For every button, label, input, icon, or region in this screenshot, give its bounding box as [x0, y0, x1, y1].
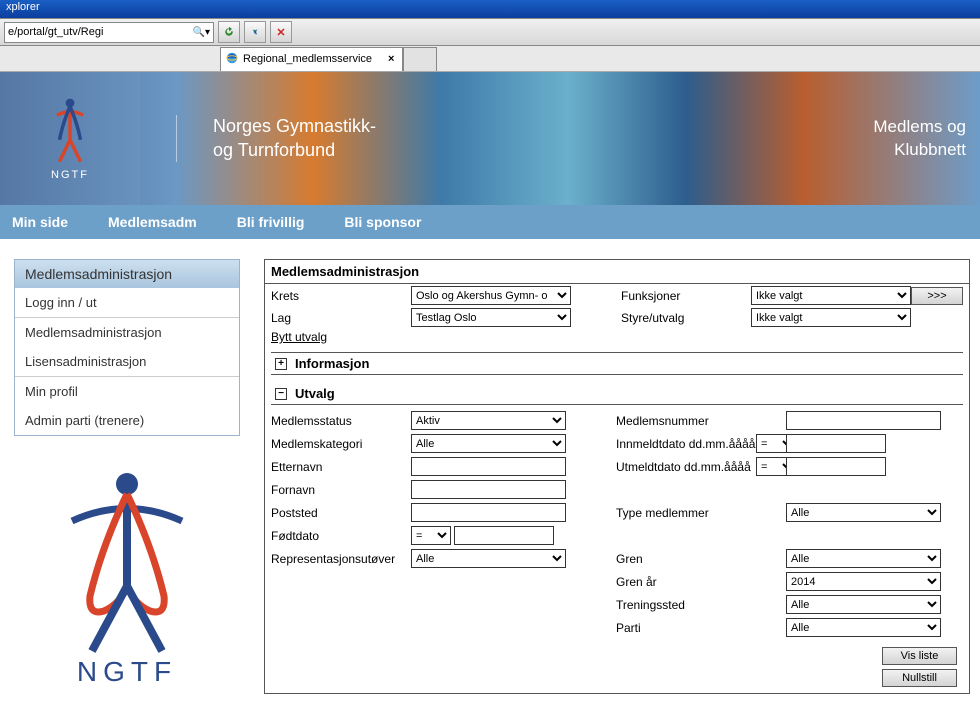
utvalg-header: − Utvalg [271, 383, 963, 405]
sidebar: Medlemsadministrasjon Logg inn / ut Medl… [14, 259, 240, 686]
banner-subtitle: Medlems og Klubbnett [873, 116, 966, 160]
stop-button[interactable] [270, 21, 292, 43]
nav-medlemsadm[interactable]: Medlemsadm [108, 214, 197, 230]
etternavn-input[interactable] [411, 457, 566, 476]
address-text: e/portal/gt_utv/Regi [8, 26, 103, 38]
panel-title: Medlemsadministrasjon [265, 260, 969, 284]
banner-right-line2: Klubbnett [873, 139, 966, 161]
funksjoner-label: Funksjoner [621, 289, 751, 303]
nullstill-button[interactable]: Nullstill [882, 669, 957, 687]
ie-icon [225, 51, 239, 68]
content: Medlemsadministrasjon Logg inn / ut Medl… [0, 239, 980, 704]
sidebar-item-admin-parti[interactable]: Admin parti (trenere) [15, 406, 239, 435]
gren-label: Gren [616, 552, 756, 566]
close-icon[interactable]: × [388, 53, 394, 65]
sidebar-item-login[interactable]: Logg inn / ut [15, 288, 239, 317]
org-line2: og Turnforbund [213, 139, 376, 162]
lag-select[interactable]: Testlag Oslo [411, 308, 571, 327]
nav-bli-sponsor[interactable]: Bli sponsor [344, 214, 421, 230]
browser-titlebar: xplorer [0, 0, 980, 18]
gren-select[interactable]: Alle [786, 549, 941, 568]
compat-button[interactable] [244, 21, 266, 43]
innmeldt-input[interactable] [786, 434, 886, 453]
browser-toolbar: e/portal/gt_utv/Regi 🔍▾ [0, 18, 980, 46]
utvalg-title: Utvalg [295, 386, 335, 401]
panel-actions: Vis liste Nullstill [271, 643, 963, 691]
fornavn-label: Fornavn [271, 483, 411, 497]
utvalg-grid: Medlemsstatus Aktiv Medlemsnummer Medlem… [271, 405, 963, 643]
grenar-select[interactable]: 2014 [786, 572, 941, 591]
admin-panel: Medlemsadministrasjon Krets Oslo og Aker… [264, 259, 970, 694]
styre-select[interactable]: Ikke valgt [751, 308, 911, 327]
main-nav: Min side Medlemsadm Bli frivillig Bli sp… [0, 205, 980, 239]
funksjoner-select[interactable]: Ikke valgt [751, 286, 911, 305]
type-medlemmer-label: Type medlemmer [616, 506, 756, 520]
fodtdato-label: Fødtdato [271, 529, 411, 543]
banner-logo: NGTF [0, 72, 140, 205]
sidebar-item-medlemsadm[interactable]: Medlemsadministrasjon [15, 318, 239, 347]
expand-icon[interactable]: + [275, 358, 287, 370]
treningssted-select[interactable]: Alle [786, 595, 941, 614]
banner-logo-text: NGTF [51, 169, 89, 181]
go-button[interactable]: >>> [911, 287, 963, 305]
krets-label: Krets [271, 289, 411, 303]
informasjon-title: Informasjon [295, 356, 369, 371]
nav-bli-frivillig[interactable]: Bli frivillig [237, 214, 305, 230]
parti-label: Parti [616, 621, 756, 635]
medlemsnummer-input[interactable] [786, 411, 941, 430]
innmeldt-label: Innmeldtdato dd.mm.åååå [616, 437, 756, 451]
fornavn-input[interactable] [411, 480, 566, 499]
tab-title: Regional_medlemsservice [243, 53, 372, 65]
medlemsnummer-label: Medlemsnummer [616, 414, 756, 428]
grenar-label: Gren år [616, 575, 756, 589]
sidebar-logo-text: NGTF [77, 656, 177, 686]
tab-active[interactable]: Regional_medlemsservice × [220, 47, 403, 71]
browser-tabs: Regional_medlemsservice × [0, 46, 980, 72]
window-title: xplorer [6, 1, 40, 13]
fodtdato-op-select[interactable]: = [411, 526, 451, 545]
etternavn-label: Etternavn [271, 460, 411, 474]
search-icon[interactable]: 🔍▾ [193, 27, 210, 38]
banner-right-line1: Medlems og [873, 116, 966, 138]
poststed-input[interactable] [411, 503, 566, 522]
utmeldt-label: Utmeldtdato dd.mm.åååå [616, 460, 756, 474]
site-banner: NGTF Norges Gymnastikk- og Turnforbund M… [0, 72, 980, 205]
parti-select[interactable]: Alle [786, 618, 941, 637]
collapse-icon[interactable]: − [275, 388, 287, 400]
nav-min-side[interactable]: Min side [12, 214, 68, 230]
sidebar-logo: NGTF [42, 466, 212, 686]
medlemsstatus-select[interactable]: Aktiv [411, 411, 566, 430]
lag-label: Lag [271, 311, 411, 325]
krets-select[interactable]: Oslo og Akershus Gymn- o [411, 286, 571, 305]
poststed-label: Poststed [271, 506, 411, 520]
medlemskategori-select[interactable]: Alle [411, 434, 566, 453]
informasjon-header: + Informasjon [271, 352, 963, 375]
sidebar-box: Medlemsadministrasjon Logg inn / ut Medl… [14, 259, 240, 436]
medlemskategori-label: Medlemskategori [271, 437, 411, 451]
sidebar-header: Medlemsadministrasjon [15, 260, 239, 288]
repr-select[interactable]: Alle [411, 549, 566, 568]
ngtf-logo-icon [40, 96, 100, 166]
sidebar-item-min-profil[interactable]: Min profil [15, 377, 239, 406]
banner-title: Norges Gymnastikk- og Turnforbund [176, 115, 376, 162]
new-tab-button[interactable] [403, 47, 437, 71]
bytt-utvalg-link[interactable]: Bytt utvalg [271, 330, 411, 344]
top-filter-grid: Krets Oslo og Akershus Gymn- o Funksjone… [271, 286, 963, 344]
utmeldt-input[interactable] [786, 457, 886, 476]
fodtdato-input[interactable] [454, 526, 554, 545]
panel-body: Krets Oslo og Akershus Gymn- o Funksjone… [265, 284, 969, 693]
medlemsstatus-label: Medlemsstatus [271, 414, 411, 428]
org-line1: Norges Gymnastikk- [213, 115, 376, 138]
type-medlemmer-select[interactable]: Alle [786, 503, 941, 522]
repr-label: Representasjonsutøver [271, 552, 411, 566]
vis-liste-button[interactable]: Vis liste [882, 647, 957, 665]
sidebar-item-lisensadm[interactable]: Lisensadministrasjon [15, 347, 239, 376]
styre-label: Styre/utvalg [621, 311, 751, 325]
treningssted-label: Treningssted [616, 598, 756, 612]
refresh-button[interactable] [218, 21, 240, 43]
address-bar[interactable]: e/portal/gt_utv/Regi 🔍▾ [4, 22, 214, 43]
